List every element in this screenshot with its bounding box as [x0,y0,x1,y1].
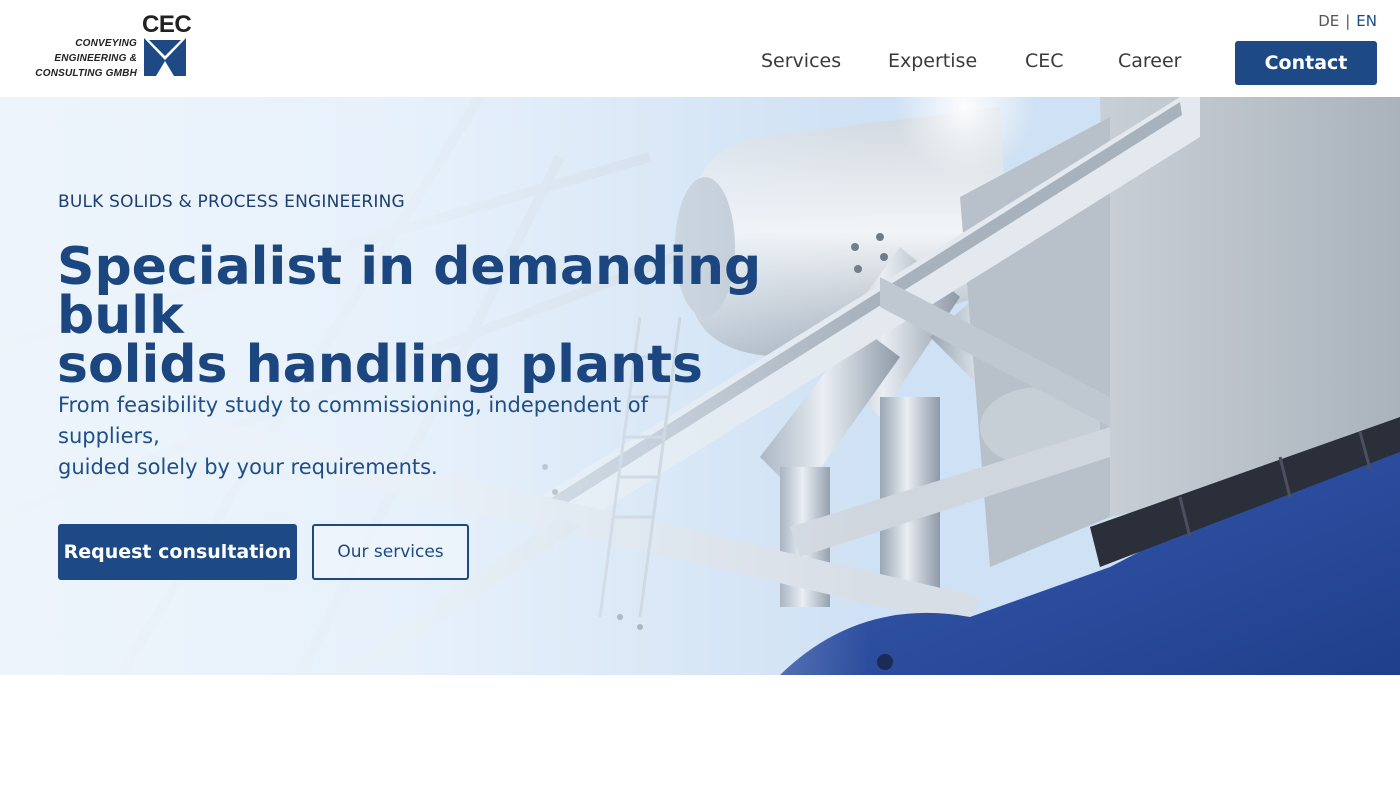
contact-button[interactable]: Contact [1235,41,1377,85]
hero-headline: Specialist in demanding bulk solids hand… [57,241,777,391]
lang-en[interactable]: EN [1356,12,1377,30]
hero-section: BULK SOLIDS & PROCESS ENGINEERING Specia… [0,97,1400,675]
nav-item-services[interactable]: Services [761,50,841,72]
nav-item-career[interactable]: Career [1118,50,1182,72]
nav-item-expertise[interactable]: Expertise [888,50,977,72]
hero-lead: From feasibility study to commissioning,… [58,390,698,483]
logo-line-1: CONVEYING [75,38,137,49]
lang-de[interactable]: DE [1318,12,1339,30]
hero-headline-line-1: Specialist in demanding bulk [57,237,762,346]
site-header: CONVEYING ENGINEERING & CONSULTING GMBH … [0,0,1400,97]
logo-triangle-icon [144,38,186,76]
company-logo[interactable]: CONVEYING ENGINEERING & CONSULTING GMBH … [32,12,192,81]
logo-wordmark: CONVEYING ENGINEERING & CONSULTING GMBH [35,36,137,81]
hero-headline-line-2: solids handling plants [57,335,703,395]
logo-line-3: CONSULTING GMBH [35,68,137,79]
hero-lead-line-1: From feasibility study to commissioning,… [58,393,649,448]
our-services-button[interactable]: Our services [312,524,469,580]
hero-lead-line-2: guided solely by your requirements. [58,455,438,479]
language-switcher: DE | EN [1318,12,1377,30]
request-consultation-button[interactable]: Request consultation [58,524,297,580]
logo-line-2: ENGINEERING & [54,53,137,64]
lang-separator: | [1345,12,1351,30]
nav-item-cec[interactable]: CEC [1025,50,1064,72]
hero-eyebrow: BULK SOLIDS & PROCESS ENGINEERING [58,192,405,212]
